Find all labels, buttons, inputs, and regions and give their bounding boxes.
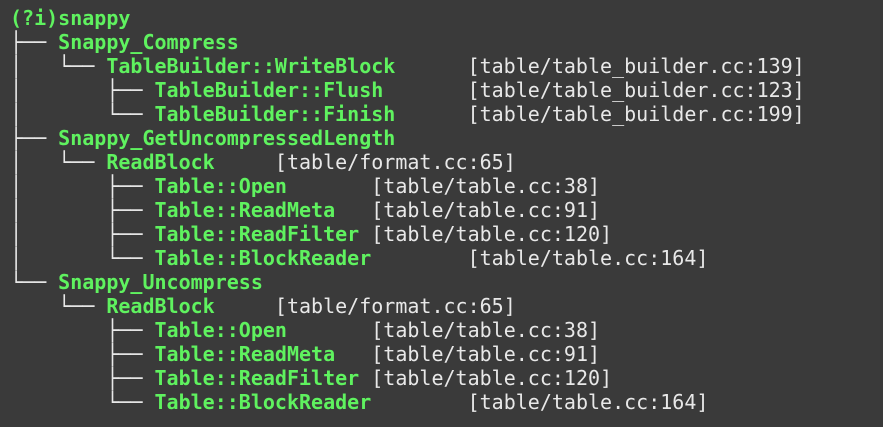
source-location: [table/table.cc:91] [371, 198, 601, 222]
tree-line: └── ReadBlock [table/format.cc:65] [10, 294, 883, 318]
terminal-window: (?i)snappy ├── Snappy_Compress │ └── Tab… [0, 0, 883, 427]
tree-branch: ├── [10, 342, 155, 366]
function-name: Table::BlockReader [154, 246, 372, 270]
function-name: Table::BlockReader [154, 390, 372, 414]
function-name: TableBuilder::WriteBlock [106, 54, 396, 78]
function-name: TableBuilder::Finish [154, 102, 396, 126]
source-location: [table/table.cc:38] [371, 318, 601, 342]
tree-line: │ ├── Table::Open [table/table.cc:38] [10, 174, 883, 198]
function-name: ReadBlock [106, 150, 215, 174]
tree-branch: └── [10, 294, 107, 318]
tree-line: │ └── TableBuilder::WriteBlock [table/ta… [10, 54, 883, 78]
source-location: [table/table.cc:120] [371, 222, 613, 246]
source-location: [table/table.cc:91] [371, 342, 601, 366]
source-location: [table/format.cc:65] [274, 294, 516, 318]
tree-root-line: (?i)snappy [10, 6, 883, 30]
tree-branch: │ ├── [10, 174, 155, 198]
tree-branch: │ └── [10, 246, 155, 270]
tree-line: ├── Snappy_GetUncompressedLength [10, 126, 883, 150]
tree-branch: ├── [10, 126, 59, 150]
function-name: Table::ReadFilter [154, 366, 360, 390]
tree-branch: │ ├── [10, 198, 155, 222]
tree-branch: ├── [10, 30, 59, 54]
function-name: ReadBlock [106, 294, 215, 318]
function-name: Table::Open [154, 174, 287, 198]
tree-branch: ├── [10, 318, 155, 342]
source-location: [table/table.cc:120] [371, 366, 613, 390]
tree-line: ├── Table::Open [table/table.cc:38] [10, 318, 883, 342]
tree-line: └── Snappy_Uncompress [10, 270, 883, 294]
tree-line: │ └── ReadBlock [table/format.cc:65] [10, 150, 883, 174]
tree-branch: │ ├── [10, 78, 155, 102]
function-name: Snappy_GetUncompressedLength [58, 126, 396, 150]
tree-line: ├── Snappy_Compress [10, 30, 883, 54]
function-name: Table::ReadFilter [154, 222, 360, 246]
tree-branch: │ └── [10, 54, 107, 78]
tree-line: ├── Table::ReadFilter [table/table.cc:12… [10, 366, 883, 390]
tree-line: │ ├── TableBuilder::Flush [table/table_b… [10, 78, 883, 102]
function-name: Snappy_Uncompress [58, 270, 263, 294]
source-location: [table/table_builder.cc:199] [467, 102, 805, 126]
tree-line: │ ├── Table::ReadMeta [table/table.cc:91… [10, 198, 883, 222]
tree-branch: └── [10, 390, 155, 414]
query-root: (?i)snappy [10, 6, 131, 30]
tree-line: └── Table::BlockReader [table/table.cc:1… [10, 390, 883, 414]
tree-line: ├── Table::ReadMeta [table/table.cc:91] [10, 342, 883, 366]
function-name: Table::ReadMeta [154, 198, 336, 222]
tree-line: │ └── TableBuilder::Finish [table/table_… [10, 102, 883, 126]
source-location: [table/format.cc:65] [274, 150, 516, 174]
tree-branch: │ ├── [10, 222, 155, 246]
function-name: Table::Open [154, 318, 287, 342]
function-name: Table::ReadMeta [154, 342, 336, 366]
source-location: [table/table.cc:38] [371, 174, 601, 198]
source-location: [table/table.cc:164] [467, 246, 709, 270]
tree-branch: │ └── [10, 150, 107, 174]
source-location: [table/table_builder.cc:123] [467, 78, 805, 102]
source-location: [table/table_builder.cc:139] [467, 54, 805, 78]
function-name: Snappy_Compress [58, 30, 239, 54]
tree-line: │ └── Table::BlockReader [table/table.cc… [10, 246, 883, 270]
source-location: [table/table.cc:164] [467, 390, 709, 414]
tree-branch: └── [10, 270, 59, 294]
tree-branch: ├── [10, 366, 155, 390]
tree-branch: │ └── [10, 102, 155, 126]
tree-line: │ ├── Table::ReadFilter [table/table.cc:… [10, 222, 883, 246]
function-name: TableBuilder::Flush [154, 78, 384, 102]
